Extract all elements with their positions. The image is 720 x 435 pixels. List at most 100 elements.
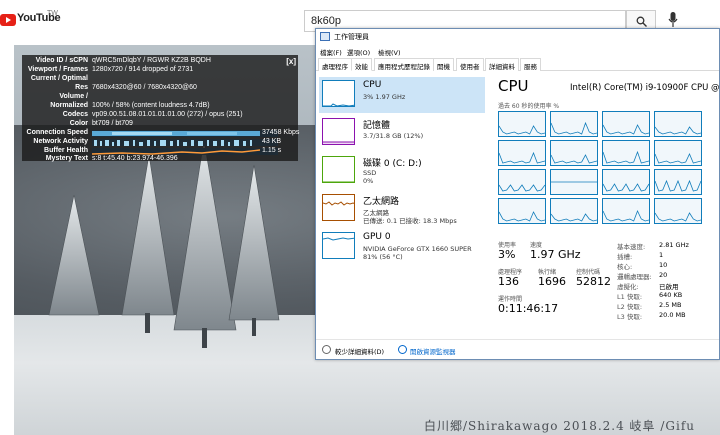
stat-key: Res xyxy=(75,84,88,91)
logical-processor-graph xyxy=(498,140,546,166)
youtube-logo-icon[interactable] xyxy=(0,14,16,26)
resource-ethernet[interactable]: 乙太網路 乙太網路 已傳送: 0.1 已接收: 18.3 Mbps xyxy=(319,191,485,227)
resource-title: CPU xyxy=(363,80,382,90)
detail-value: 已啟用 xyxy=(659,283,679,291)
stat-row: Res 7680x4320@60 / 7680x4320@60 xyxy=(22,84,298,93)
resource-title: 磁碟 0 (C: D:) xyxy=(363,159,422,169)
tab-startup[interactable]: 開機 xyxy=(433,58,454,71)
stat-value: 7680x4320@60 / 7680x4320@60 xyxy=(92,84,197,91)
cpu-mini-graph xyxy=(322,80,355,107)
stat-key: Current / Optimal xyxy=(30,75,88,82)
screen: YouTube TW 8k60p 白川郷/Shirakawago 2018.2.… xyxy=(0,0,720,435)
detail-key: 邏輯處理器: xyxy=(617,273,652,281)
task-manager-window[interactable]: 工作管理員 檔案(F) 選項(O) 檢視(V) 處理程序 效能 應用程式歷程記錄… xyxy=(315,28,720,360)
task-manager-icon xyxy=(320,32,330,41)
resource-cpu[interactable]: CPU 3% 1.97 GHz xyxy=(319,77,485,113)
stat-key: Network Activity xyxy=(33,138,88,145)
task-manager-titlebar[interactable]: 工作管理員 xyxy=(316,29,719,45)
stats-for-nerds-panel: [x] Video ID / sCPN qWRC5mDlqbY / RGWR KZ… xyxy=(22,55,300,164)
chevron-up-icon[interactable] xyxy=(322,345,331,354)
logical-processor-graph xyxy=(550,140,598,166)
tab-app-history[interactable]: 應用程式歷程記錄 xyxy=(374,58,434,71)
detail-key: L2 快取: xyxy=(617,303,643,311)
logical-processor-graph xyxy=(654,111,702,137)
logical-processor-graph xyxy=(550,198,598,224)
logical-processor-graph xyxy=(602,111,650,137)
mic-icon[interactable] xyxy=(668,12,678,28)
menu-file[interactable]: 檔案(F) xyxy=(320,47,342,57)
detail-value: 20 xyxy=(659,271,668,279)
logical-processor-graph xyxy=(602,198,650,224)
stat-key: Buffer Health xyxy=(44,147,88,154)
stat-row: Color bt709 / bt709 xyxy=(22,120,298,129)
mystery-text-row: Mystery Text s:8 t:45.40 b:23.974-46.396 xyxy=(22,155,298,164)
stat-key: Video ID / sCPN xyxy=(35,57,88,64)
stat-key: Normalized xyxy=(50,102,88,109)
processes-value: 136 xyxy=(498,275,519,288)
stat-row: Video ID / sCPN qWRC5mDlqbY / RGWR KZ2B B… xyxy=(22,57,298,66)
memory-mini-graph xyxy=(322,118,355,145)
stat-value: 100% / 58% (content loudness 4.7dB) xyxy=(92,102,210,109)
stat-row: Current / Optimal xyxy=(22,75,298,84)
resource-gpu[interactable]: GPU 0 NVIDIA GeForce GTX 1660 SUPER 81% … xyxy=(319,229,485,265)
resource-detail: 0% xyxy=(363,177,374,185)
video-caption: 白川郷/Shirakawago 2018.2.4 岐阜 /Gifu xyxy=(424,419,695,433)
logical-processor-graph xyxy=(550,169,598,195)
stat-value: 37458 Kbps xyxy=(262,129,300,136)
threads-value: 1696 xyxy=(538,275,566,288)
connection-speed-graph xyxy=(92,130,278,137)
stat-value: s:8 t:45.40 b:23.974-46.396 xyxy=(92,155,178,162)
connection-speed-row: Connection Speed 37458 Kbps xyxy=(22,129,300,138)
tab-bar: 處理程序 效能 應用程式歷程記錄 開機 使用者 詳細資料 服務 xyxy=(316,58,719,71)
resource-monitor-icon xyxy=(398,345,407,354)
stat-value: 1280x720 / 914 dropped of 2731 xyxy=(92,66,194,73)
menu-bar: 檔案(F) 選項(O) 檢視(V) xyxy=(316,45,719,57)
logical-processor-graph xyxy=(654,169,702,195)
resource-disk[interactable]: 磁碟 0 (C: D:) SSD 0% xyxy=(319,153,485,189)
stat-key: Mystery Text xyxy=(45,155,88,162)
tab-performance[interactable]: 效能 xyxy=(351,58,372,71)
resource-title: 記憶體 xyxy=(363,121,391,131)
search-icon xyxy=(636,16,647,27)
detail-key: 虛擬化: xyxy=(617,283,639,291)
stat-value: bt709 / bt709 xyxy=(92,120,133,127)
open-resource-monitor-link[interactable]: 開啟資源監視器 xyxy=(410,346,456,356)
buffer-health-graph xyxy=(92,148,278,155)
logical-processor-graph xyxy=(550,111,598,137)
tab-processes[interactable]: 處理程序 xyxy=(318,58,352,71)
network-activity-graph xyxy=(92,139,278,146)
logical-processor-graph xyxy=(602,169,650,195)
cpu-performance-pane: CPU Intel(R) Core(TM) i9-10900F CPU @ 過去… xyxy=(494,75,720,340)
detail-value: 2.5 MB xyxy=(659,301,682,309)
resource-memory[interactable]: 記憶體 3.7/31.8 GB (12%) xyxy=(319,115,485,151)
stat-key: Volume / xyxy=(59,93,88,100)
ethernet-mini-graph xyxy=(322,194,355,221)
menu-view[interactable]: 檢視(V) xyxy=(378,47,401,57)
stat-value: 1.15 s xyxy=(262,147,282,154)
youtube-region-label: TW xyxy=(47,10,58,17)
cpu-core-graphs xyxy=(498,111,720,231)
resource-detail: 3% 1.97 GHz xyxy=(363,93,406,101)
fewer-details-link[interactable]: 較少詳細資料(D) xyxy=(335,346,384,356)
disk-mini-graph xyxy=(322,156,355,183)
menu-options[interactable]: 選項(O) xyxy=(347,47,370,57)
resource-detail: 已傳送: 0.1 已接收: 18.3 Mbps xyxy=(363,217,457,225)
detail-value: 20.0 MB xyxy=(659,311,686,319)
cpu-model: Intel(R) Core(TM) i9-10900F CPU @ xyxy=(570,83,720,93)
logical-processor-graph xyxy=(654,140,702,166)
detail-value: 10 xyxy=(659,261,668,269)
resource-detail: 81% (56 °C) xyxy=(363,253,403,261)
network-activity-row: Network Activity 43 KB xyxy=(22,138,298,147)
cpu-heading: CPU xyxy=(498,77,529,95)
stat-row: Viewport / Frames 1280x720 / 914 dropped … xyxy=(22,66,298,75)
resource-title: 乙太網路 xyxy=(363,197,400,207)
tab-details[interactable]: 詳細資料 xyxy=(485,58,519,71)
logical-processor-graph xyxy=(498,198,546,224)
logical-processor-graph xyxy=(602,140,650,166)
resource-detail: 3.7/31.8 GB (12%) xyxy=(363,132,424,140)
tab-services[interactable]: 服務 xyxy=(520,58,541,71)
cpu-graph-caption: 過去 60 秒的使用率 % xyxy=(498,103,560,110)
tab-users[interactable]: 使用者 xyxy=(456,58,484,71)
resource-detail: NVIDIA GeForce GTX 1660 SUPER xyxy=(363,245,472,253)
stat-row: Normalized 100% / 58% (content loudness 4… xyxy=(22,102,298,111)
